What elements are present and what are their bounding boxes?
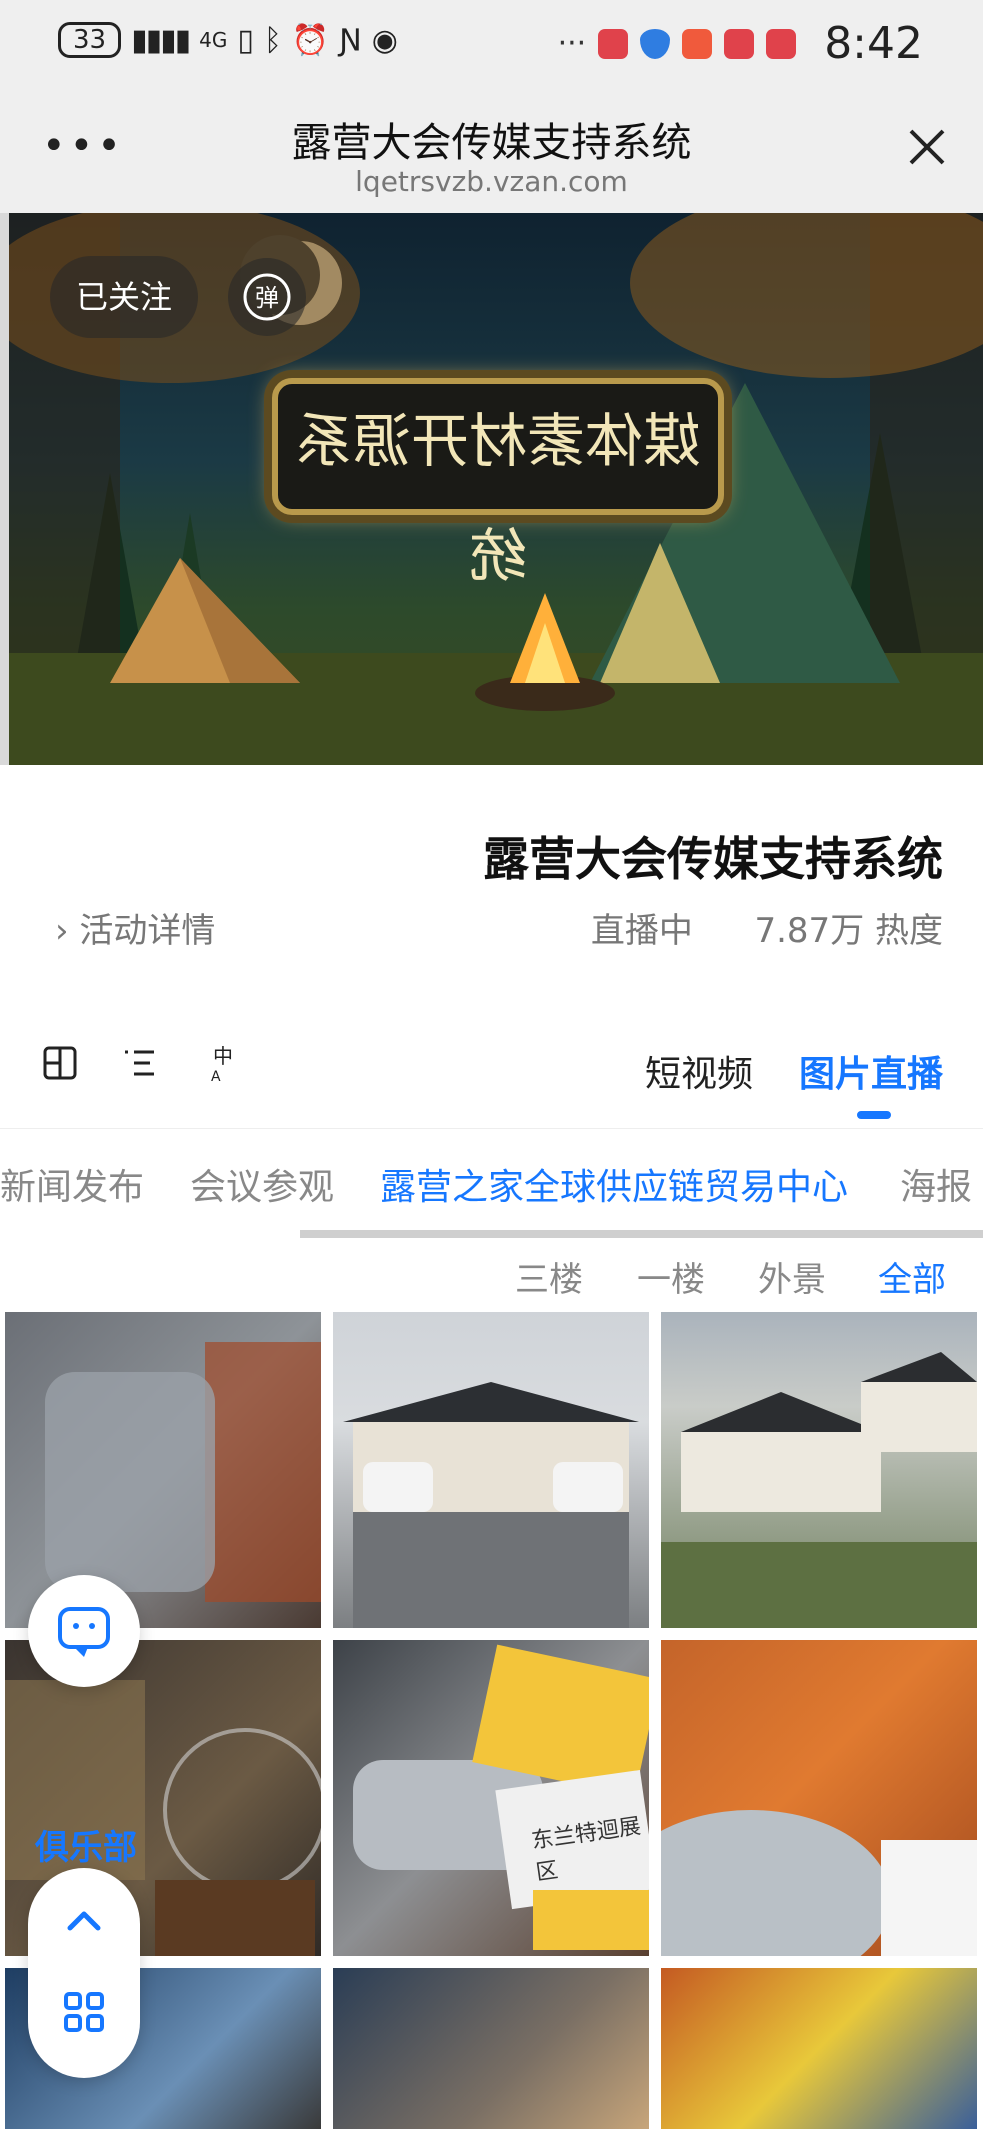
svg-text:A: A: [211, 1069, 221, 1083]
subcategory-all[interactable]: 全部: [878, 1252, 946, 1301]
tab-short-video[interactable]: 短视频: [645, 1045, 753, 1097]
subcategory-first-floor[interactable]: 一楼: [637, 1252, 705, 1301]
chevron-right-icon: ›: [55, 911, 69, 951]
content-tabs: 中 A 短视频 图片直播: [0, 993, 983, 1129]
subcategory-third-floor[interactable]: 三楼: [515, 1252, 583, 1301]
event-title: 露营大会传媒支持系统: [483, 832, 943, 886]
status-bar: 33 ▮▮▮▮ 4G ▯ ᛒ ⏰ Ɲ ◉ ··· 8:42: [0, 0, 983, 95]
status-left: 33 ▮▮▮▮ 4G ▯ ᛒ ⏰ Ɲ ◉: [58, 22, 398, 58]
app-notify-icon: [682, 28, 713, 59]
live-status: 直播中: [590, 911, 693, 951]
bluetooth-icon: ᛒ: [263, 22, 282, 58]
close-icon[interactable]: [905, 125, 949, 169]
category-poster[interactable]: 海报: [900, 1158, 972, 1210]
translate-icon[interactable]: 中 A: [203, 1043, 243, 1083]
banner-plaque: 媒体素材开源系统: [272, 378, 724, 590]
battery-indicator: 33: [58, 22, 122, 58]
plaque-text: 媒体素材开源系统: [295, 407, 702, 590]
app-notify-icon: [766, 28, 797, 59]
svg-text:弹: 弹: [255, 284, 279, 312]
photo-thumbnail[interactable]: [661, 1640, 977, 1956]
nfc-icon: Ɲ: [339, 22, 362, 58]
event-meta: 直播中 7.87万 热度: [591, 903, 943, 952]
app-notify-icon: [724, 28, 755, 59]
clock: 8:42: [824, 18, 923, 69]
category-supply-chain-center[interactable]: 露营之家全球供应链贸易中心: [380, 1158, 848, 1210]
banner-image: 已关注 弹 媒体素材开源系统: [0, 213, 983, 765]
danmu-toggle[interactable]: 弹: [228, 258, 306, 336]
network-label: 4G: [199, 28, 228, 52]
vibrate-icon: ▯: [237, 22, 254, 58]
subcategory-row: 三楼 一楼 外景 全部: [0, 1238, 983, 1318]
eye-icon: ◉: [371, 22, 398, 58]
event-detail-label: 活动详情: [79, 911, 216, 951]
follow-button[interactable]: 已关注: [50, 256, 198, 338]
svg-text:中: 中: [213, 1044, 233, 1068]
status-right: ··· 8:42: [558, 18, 923, 69]
title-bar: ••• 露营大会传媒支持系统 lqetrsvzb.vzan.com: [0, 95, 983, 214]
category-row: 新闻发布 会议参观 露营之家全球供应链贸易中心 海报: [0, 1128, 983, 1238]
photo-label: 俱乐部: [35, 1828, 137, 1868]
apps-grid-icon[interactable]: [28, 1972, 140, 2072]
category-news-release[interactable]: 新闻发布: [0, 1158, 144, 1210]
shield-icon: [640, 28, 671, 59]
active-tab-indicator: [857, 1111, 891, 1119]
overflow-dots-icon: ···: [557, 26, 587, 61]
photo-thumbnail[interactable]: [333, 1968, 649, 2129]
chat-bubble-icon: [58, 1607, 110, 1657]
page-url: lqetrsvzb.vzan.com: [355, 165, 628, 198]
photo-thumbnail[interactable]: [661, 1312, 977, 1628]
chat-button[interactable]: [28, 1575, 140, 1687]
event-info: 露营大会传媒支持系统 直播中 7.87万 热度 › 活动详情: [0, 765, 983, 993]
photo-thumbnail[interactable]: [333, 1312, 649, 1628]
chevron-up-icon[interactable]: [28, 1868, 140, 1968]
category-scroll-indicator: [300, 1230, 983, 1238]
subcategory-exterior[interactable]: 外景: [758, 1252, 826, 1301]
alarm-icon: ⏰: [291, 22, 330, 58]
danmu-icon: 弹: [243, 273, 291, 321]
layout-grid-icon[interactable]: [40, 1043, 80, 1083]
photo-thumbnail[interactable]: 东兰特迴展区: [333, 1640, 649, 1956]
tab-photo-live[interactable]: 图片直播: [799, 1045, 943, 1097]
photo-thumbnail[interactable]: [661, 1968, 977, 2129]
floating-nav: [28, 1868, 140, 2078]
category-conference-visit[interactable]: 会议参观: [190, 1158, 334, 1210]
heat-count: 7.87万 热度: [754, 911, 943, 951]
signal-icon: ▮▮▮▮: [131, 22, 191, 58]
event-detail-link[interactable]: › 活动详情: [55, 903, 215, 952]
list-icon[interactable]: [120, 1043, 160, 1083]
app-notify-icon: [598, 28, 629, 59]
page-title: 露营大会传媒支持系统: [291, 120, 692, 166]
